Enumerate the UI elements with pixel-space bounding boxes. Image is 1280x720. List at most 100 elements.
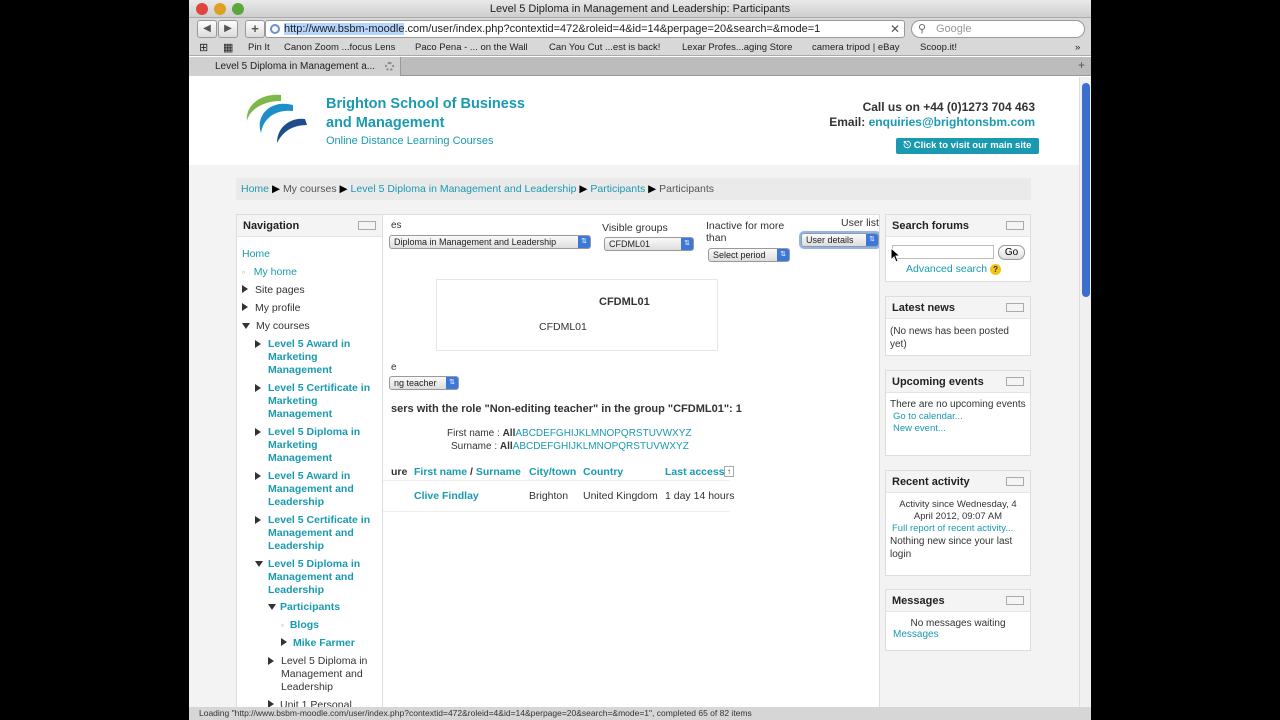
minimize-window-button[interactable] [214,3,226,15]
more-bookmarks-icon[interactable]: » [1075,40,1080,56]
forum-search-go-button[interactable]: Go [998,245,1025,260]
breadcrumb-course[interactable]: Level 5 Diploma in Management and Leader… [351,183,577,195]
stop-icon[interactable]: ✕ [890,21,900,37]
add-bookmark-button[interactable]: + [245,20,265,38]
nav-my-home[interactable]: ▫ My home [242,266,297,279]
browser-toolbar: ◀ ▶ + http://www.bsbm-moodle.com/user/in… [189,18,1091,40]
go-to-calendar-link[interactable]: Go to calendar... [886,411,1030,423]
block-controls-icon[interactable] [1006,221,1024,230]
sort-asc-icon[interactable]: ↑ [724,466,734,477]
tab-spinner-icon [385,62,394,71]
web-search-field[interactable]: ⚲ Google [911,20,1085,38]
participant-name[interactable]: Clive Findlay [414,481,479,511]
block-controls-icon[interactable] [1006,303,1024,312]
course-line: Leadership [268,584,325,596]
advanced-search-link[interactable]: Advanced search ? [906,263,1002,275]
dropdown-arrow-icon: ⇅ [681,238,693,250]
bookmark-item[interactable]: Canon Zoom ...focus Lens [284,40,395,56]
nav-unit[interactable]: Unit 1 Personal [268,699,352,707]
course-line: Level 5 Award in [268,470,351,482]
new-event-link[interactable]: New event... [886,423,1030,435]
close-window-button[interactable] [196,3,208,15]
nav-blogs-label: Blogs [289,619,320,631]
mouse-cursor-icon [891,248,901,263]
bookmark-item[interactable]: Scoop.it! [920,40,957,56]
nav-course-current[interactable]: Level 5 Diploma in Management and Leadersh… [255,558,379,597]
user-list-select[interactable]: User details ⇅ [801,233,879,247]
full-report-link[interactable]: Full report of recent activity... [886,523,1030,535]
bookmark-item[interactable]: camera tripod | eBay [812,40,899,56]
breadcrumb: Home ▶ My courses ▶ Level 5 Diploma in M… [236,178,1031,200]
nav-course[interactable]: Level 5 Certificate in Marketing Managemen… [255,382,379,421]
block-controls-icon[interactable] [1006,377,1024,386]
group-select[interactable]: CFDML01 ⇅ [604,237,694,251]
period-select[interactable]: Select period ⇅ [708,248,790,262]
col-country[interactable]: Country [583,466,623,478]
forward-button[interactable]: ▶ [218,20,238,38]
nav-participants[interactable]: Participants [268,601,340,614]
nav-mike-farmer-label: Mike Farmer [293,637,355,649]
top-sites-icon[interactable]: ▦ [223,40,233,56]
nav-site-pages[interactable]: Site pages [242,284,305,297]
nav-course[interactable]: Level 5 Award in Marketing Management [255,338,379,377]
block-controls-icon[interactable] [1006,596,1024,605]
messages-block: Messages No messages waiting Messages [885,589,1031,651]
email-link[interactable]: enquiries@brightonsbm.com [869,115,1035,129]
bookmark-item[interactable]: Paco Pena - ... on the Wall [415,40,528,56]
col-lastaccess[interactable]: Last access [665,466,725,478]
breadcrumb-my-courses[interactable]: My courses [283,183,337,195]
group-title: CFDML01 [599,296,650,308]
role-select[interactable]: ng teacher ⇅ [389,376,459,390]
nav-course[interactable]: Level 5 Award in Management and Leadership [255,470,379,509]
nav-course[interactable]: Level 5 Diploma in Management and Leadersh… [268,655,380,694]
bookmark-item[interactable]: Pin It [248,40,270,56]
activity-since-text: Activity since Wednesday, 4 April 2012, … [899,499,1017,522]
block-controls-icon[interactable] [1006,477,1024,486]
firstname-letters[interactable]: ABCDEFGHIJKLMNOPQRSTUVWXYZ [515,428,691,439]
recent-activity-title: Recent activity [892,476,970,488]
col-city[interactable]: City/town [529,466,576,478]
browser-window: Level 5 Diploma in Management and Leader… [189,0,1091,720]
table-row: Clive Findlay Brighton United Kingdom 1 … [383,480,734,512]
help-icon[interactable]: ? [990,264,1002,275]
block-controls-icon[interactable] [358,221,376,230]
new-tab-icon[interactable]: + [1078,58,1085,72]
bookmark-item[interactable]: Can You Cut ...est is back! [549,40,660,56]
latest-news-header: Latest news [886,297,1030,319]
nav-blogs[interactable]: ▫ Blogs [281,619,319,632]
course-line: Management [268,408,333,420]
forum-search-input[interactable] [892,245,994,259]
course-select[interactable]: Diploma in Management and Leadership ⇅ [389,235,591,249]
nav-course[interactable]: Level 5 Diploma in Marketing Management [255,426,379,465]
reading-list-icon[interactable]: ⊞ [199,40,208,56]
nav-home[interactable]: Home [242,248,270,261]
tab-bar: Level 5 Diploma in Management a... + [189,57,1091,76]
firstname-filter-label: First name : [447,428,500,439]
messages-link[interactable]: Messages [886,629,1030,640]
nav-my-profile[interactable]: My profile [242,302,301,315]
breadcrumb-home[interactable]: Home [241,183,269,195]
course-line: Management and [268,527,354,539]
main-site-button[interactable]: ⎋ Click to visit our main site [896,138,1039,154]
url-field[interactable]: http://www.bsbm-moodle.com/user/index.ph… [265,20,905,38]
site-logo[interactable] [241,91,313,145]
col-firstname[interactable]: First name [414,466,467,478]
nav-mike-farmer[interactable]: Mike Farmer [281,637,355,650]
back-button[interactable]: ◀ [197,20,217,38]
url-text: .com/user/index.php?contextid=472&roleid… [404,23,821,35]
zoom-window-button[interactable] [232,3,244,15]
breadcrumb-participants[interactable]: Participants [590,183,645,195]
vertical-scrollbar[interactable] [1079,77,1091,707]
role-select-value: ng teacher [394,378,437,388]
course-line: Marketing [268,439,318,451]
bookmark-item[interactable]: Lexar Profes...aging Store [682,40,792,56]
tab-active[interactable]: Level 5 Diploma in Management a... [189,57,401,76]
nav-course[interactable]: Level 5 Certificate in Management and Lead… [255,514,379,553]
col-surname[interactable]: Surname [476,466,521,478]
nav-my-courses-label: My courses [256,320,310,332]
nav-my-courses[interactable]: My courses [242,320,310,333]
upcoming-events-header: Upcoming events [886,371,1030,393]
search-forums-header: Search forums [886,215,1030,237]
scrollbar-thumb[interactable] [1082,83,1090,297]
surname-letters[interactable]: ABCDEFGHIJKLMNOPQRSTUVWXYZ [513,441,689,452]
